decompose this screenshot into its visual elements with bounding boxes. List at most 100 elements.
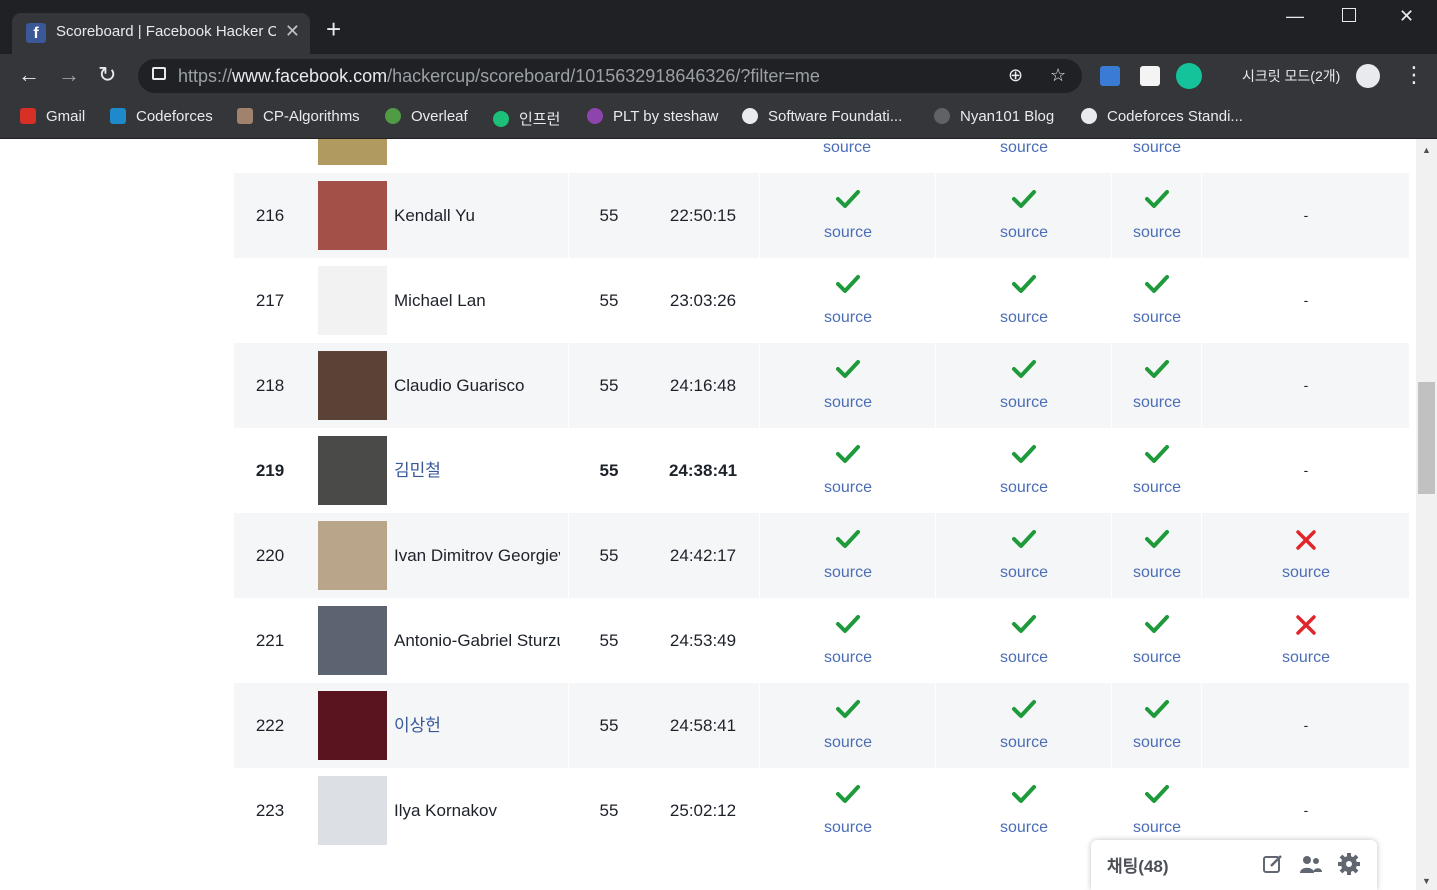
grammarly-icon[interactable] xyxy=(1176,63,1202,89)
source-link[interactable]: source xyxy=(760,224,936,242)
scoreboard-page: source source source 216 Kendall Yu 55 22:5… xyxy=(0,139,1416,890)
contestant-name[interactable]: Claudio Guarisco xyxy=(394,343,560,428)
source-link[interactable]: source xyxy=(1112,479,1202,497)
compose-icon[interactable] xyxy=(1261,852,1285,876)
source-link[interactable]: source xyxy=(936,394,1112,412)
bookmark-software-foundations[interactable]: Software Foundati... xyxy=(742,108,902,125)
bookmark-codeforces-standings[interactable]: Codeforces Standi... xyxy=(1081,108,1243,125)
contestant-name[interactable]: 이상헌 xyxy=(394,683,560,768)
maximize-icon[interactable] xyxy=(1342,8,1356,22)
result-mark xyxy=(936,358,1112,388)
source-link[interactable]: source xyxy=(1112,309,1202,327)
avatar[interactable] xyxy=(318,606,387,675)
cross-icon xyxy=(1296,530,1316,550)
chat-label[interactable]: 채팅(48) xyxy=(1107,852,1169,877)
avatar[interactable] xyxy=(318,181,387,250)
source-link[interactable]: source xyxy=(1202,649,1410,667)
result-mark xyxy=(760,188,936,218)
scroll-thumb[interactable] xyxy=(1418,382,1435,494)
score-cell: 55 xyxy=(568,343,649,428)
back-icon[interactable]: ← xyxy=(18,62,40,88)
penalty-time-cell: 24:42:17 xyxy=(669,546,737,565)
avatar[interactable] xyxy=(318,776,387,845)
bookmark-cp-algorithms[interactable]: CP-Algorithms xyxy=(237,108,360,125)
source-link[interactable]: source xyxy=(1112,649,1202,667)
bookmark-nyan101[interactable]: Nyan101 Blog xyxy=(934,108,1054,125)
reload-icon[interactable]: ↻ xyxy=(98,62,116,88)
avatar[interactable] xyxy=(318,691,387,760)
chrome-menu-icon[interactable]: ⋮ xyxy=(1403,62,1425,88)
source-link[interactable]: source xyxy=(936,139,1112,157)
source-link[interactable]: source xyxy=(936,309,1112,327)
bookmark-label: Codeforces Standi... xyxy=(1107,108,1243,125)
check-icon xyxy=(1012,275,1036,293)
contestant-name[interactable]: Michael Lan xyxy=(394,258,560,343)
new-tab-button[interactable]: + xyxy=(326,16,341,42)
avatar[interactable] xyxy=(318,351,387,420)
problem-cell: source xyxy=(935,683,1112,768)
source-link[interactable]: source xyxy=(1112,139,1202,157)
url-text[interactable]: https://www.facebook.com/hackercup/score… xyxy=(178,66,820,87)
source-link[interactable]: source xyxy=(936,564,1112,582)
avatar[interactable] xyxy=(318,436,387,505)
bookmark-star-icon[interactable]: ☆ xyxy=(1050,65,1066,86)
window-close-icon[interactable]: ✕ xyxy=(1399,6,1414,27)
source-link[interactable]: source xyxy=(1112,394,1202,412)
source-link[interactable]: source xyxy=(1112,819,1202,837)
source-link[interactable]: source xyxy=(936,224,1112,242)
bookmark-plt[interactable]: PLT by steshaw xyxy=(587,108,718,125)
rank-cell: 216 xyxy=(255,206,285,225)
source-link[interactable]: source xyxy=(936,734,1112,752)
source-link[interactable]: source xyxy=(936,479,1112,497)
check-icon xyxy=(836,445,860,463)
source-link[interactable]: source xyxy=(1112,734,1202,752)
contestant-name[interactable]: Ilya Kornakov xyxy=(394,768,560,853)
source-link[interactable]: source xyxy=(760,649,936,667)
bookmark-gmail[interactable]: Gmail xyxy=(20,108,85,125)
page-scrollbar[interactable]: ▲ ▼ xyxy=(1416,139,1437,890)
source-link[interactable]: source xyxy=(1202,564,1410,582)
contestant-name[interactable]: Kendall Yu xyxy=(394,173,560,258)
score-cell: 55 xyxy=(568,428,649,513)
source-link[interactable]: source xyxy=(936,649,1112,667)
settings-gear-icon[interactable] xyxy=(1337,852,1361,876)
bookmark-codeforces[interactable]: Codeforces xyxy=(110,108,213,125)
address-bar[interactable]: https://www.facebook.com/hackercup/score… xyxy=(138,59,1082,93)
avatar[interactable] xyxy=(318,521,387,590)
source-link[interactable]: source xyxy=(760,479,936,497)
source-link[interactable]: source xyxy=(1112,564,1202,582)
scroll-down-icon[interactable]: ▼ xyxy=(1422,876,1431,886)
incognito-icon[interactable] xyxy=(1356,64,1380,88)
contestant-name[interactable]: Antonio-Gabriel Sturzu xyxy=(394,598,560,683)
avatar[interactable] xyxy=(318,139,387,165)
avatar[interactable] xyxy=(318,266,387,335)
people-icon[interactable] xyxy=(1299,852,1323,876)
bookmark-inflearn[interactable]: 인프런 xyxy=(493,108,560,129)
scroll-up-icon[interactable]: ▲ xyxy=(1422,145,1431,155)
problem-cell: source xyxy=(1111,343,1202,428)
tab-close-icon[interactable]: ✕ xyxy=(285,21,300,42)
browser-tab[interactable]: f Scoreboard | Facebook Hacker Cup ✕ xyxy=(12,13,310,54)
source-link[interactable]: source xyxy=(759,139,935,157)
source-link[interactable]: source xyxy=(760,309,936,327)
bookmark-overleaf[interactable]: Overleaf xyxy=(385,108,468,125)
source-link[interactable]: source xyxy=(936,819,1112,837)
chat-bar[interactable]: 채팅(48) xyxy=(1091,840,1377,890)
extension-icon[interactable] xyxy=(1100,66,1120,86)
check-icon xyxy=(1145,615,1169,633)
problem-cell: source xyxy=(1201,513,1410,598)
contestant-name[interactable]: Ivan Dimitrov Georgiev xyxy=(394,513,560,598)
extension-chart-icon[interactable] xyxy=(1140,66,1160,86)
source-link[interactable]: source xyxy=(1112,224,1202,242)
source-link[interactable]: source xyxy=(760,564,936,582)
zoom-icon[interactable]: ⊕ xyxy=(1008,65,1023,86)
problem-cell: - xyxy=(1201,173,1410,258)
bookmark-label: 인프런 xyxy=(519,111,561,128)
result-mark xyxy=(760,528,936,558)
source-link[interactable]: source xyxy=(760,819,936,837)
contestant-name[interactable]: 김민철 xyxy=(394,428,560,513)
minimize-icon[interactable]: — xyxy=(1286,6,1304,27)
forward-icon[interactable]: → xyxy=(58,62,80,88)
source-link[interactable]: source xyxy=(760,734,936,752)
source-link[interactable]: source xyxy=(760,394,936,412)
